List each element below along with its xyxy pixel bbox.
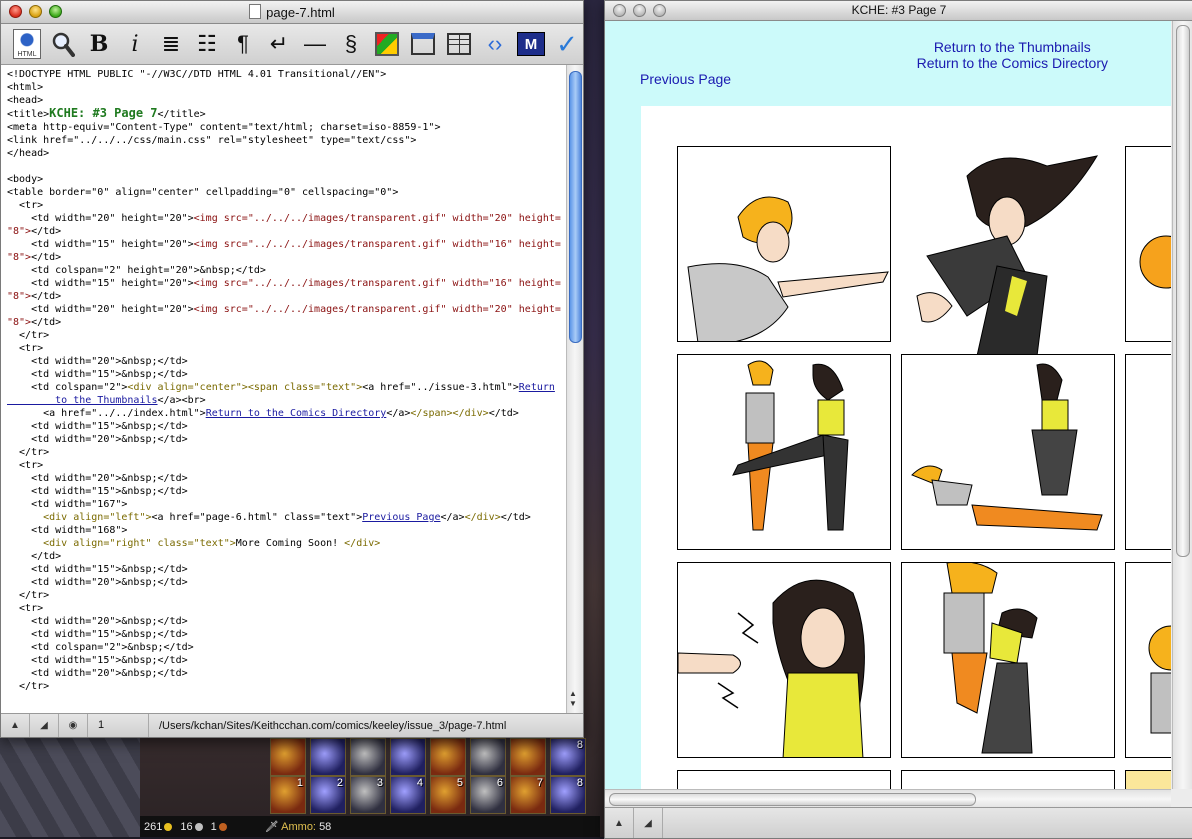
resize-lines-icon[interactable]: ◢ bbox=[634, 808, 663, 838]
comic-panel bbox=[1125, 354, 1171, 550]
nav-links: Return to the Thumbnails Return to the C… bbox=[917, 39, 1108, 71]
comic-panel bbox=[677, 354, 891, 550]
comic-panel bbox=[1125, 770, 1171, 789]
action-bar-top: 8 bbox=[270, 738, 586, 776]
ammo-label: Ammo: bbox=[281, 821, 316, 833]
comic-panel bbox=[901, 562, 1115, 758]
table-icon[interactable] bbox=[443, 28, 475, 60]
ammo-count: 58 bbox=[319, 821, 332, 833]
image-icon[interactable] bbox=[371, 28, 403, 60]
tag-icon[interactable]: ‹› bbox=[479, 28, 511, 60]
silver-amount: 16 bbox=[180, 821, 203, 833]
gold-coin-icon bbox=[164, 822, 173, 831]
return-thumbnails-link[interactable]: Return to the Thumbnails bbox=[917, 39, 1108, 55]
web-page: Return to the Thumbnails Return to the C… bbox=[605, 21, 1171, 789]
comic-page bbox=[641, 106, 1171, 789]
italic-icon[interactable]: i bbox=[119, 28, 151, 60]
editor-titlebar[interactable]: page-7.html bbox=[1, 1, 583, 24]
previous-page-link[interactable]: Previous Page bbox=[640, 71, 731, 87]
comic-panel bbox=[897, 146, 1121, 356]
document-icon bbox=[249, 4, 262, 19]
browser-statusbar: ▲ ◢ bbox=[605, 807, 1192, 838]
silver-coin-icon bbox=[194, 822, 203, 831]
return-directory-link[interactable]: Return to the Comics Directory bbox=[917, 55, 1108, 71]
code-editor[interactable]: <!DOCTYPE HTML PUBLIC "-//W3C//DTD HTML … bbox=[1, 65, 567, 713]
action-slot[interactable]: 2 bbox=[310, 776, 346, 814]
browser-window: KCHE: #3 Page 7 Return to the Thumbnails… bbox=[604, 0, 1192, 839]
eye-icon[interactable]: ◉ bbox=[59, 714, 88, 737]
action-slot[interactable]: 6 bbox=[470, 776, 506, 814]
game-rock-texture bbox=[0, 735, 140, 837]
comic-panel bbox=[901, 770, 1115, 789]
gold-amount: 261 bbox=[144, 821, 173, 833]
ammo-icon: 🗡 bbox=[264, 821, 279, 833]
browser-hscroll-thumb[interactable] bbox=[609, 793, 976, 806]
scroll-arrows-icon[interactable]: ▲ ▼ bbox=[569, 689, 577, 709]
ammo-readout: 🗡 Ammo: 58 bbox=[265, 820, 332, 833]
action-slot[interactable]: 5 bbox=[430, 776, 466, 814]
frame-icon[interactable] bbox=[407, 28, 439, 60]
align-icon[interactable]: ≣ bbox=[155, 28, 187, 60]
action-slot[interactable]: 8 bbox=[550, 776, 586, 814]
browser-titlebar[interactable]: KCHE: #3 Page 7 bbox=[605, 1, 1192, 21]
comic-panel bbox=[901, 354, 1115, 550]
action-slot[interactable] bbox=[270, 738, 306, 776]
file-path: /Users/kchan/Sites/Keithcchan.com/comics… bbox=[159, 719, 507, 732]
action-slot[interactable]: 3 bbox=[350, 776, 386, 814]
comic-panel bbox=[677, 770, 891, 789]
html-editor-window: page-7.html HTML B i ≣ ☷ ¶ ↵ — § ‹› M ✓ … bbox=[0, 0, 584, 738]
list-icon[interactable]: ☷ bbox=[191, 28, 223, 60]
action-slot[interactable] bbox=[470, 738, 506, 776]
action-slot[interactable] bbox=[310, 738, 346, 776]
line-number[interactable]: 1 bbox=[88, 714, 149, 737]
comic-panel bbox=[677, 562, 891, 758]
editor-statusbar: ▲ ◢ ◉ 1 /Users/kchan/Sites/Keithcchan.co… bbox=[1, 713, 583, 737]
editor-title: page-7.html bbox=[1, 4, 583, 20]
action-slot[interactable]: 7 bbox=[510, 776, 546, 814]
editor-vertical-scrollbar[interactable]: ▲ ▼ bbox=[566, 65, 583, 713]
editor-toolbar: HTML B i ≣ ☷ ¶ ↵ — § ‹› M ✓ bbox=[1, 24, 583, 65]
comic-panel bbox=[1125, 146, 1171, 342]
triangle-up-icon[interactable]: ▲ bbox=[1, 714, 30, 737]
line-break-icon[interactable]: ↵ bbox=[263, 28, 295, 60]
browser-title: KCHE: #3 Page 7 bbox=[851, 3, 947, 17]
check-icon[interactable]: ✓ bbox=[551, 28, 583, 60]
copper-amount: 1 bbox=[211, 821, 227, 833]
mark-icon[interactable]: M bbox=[515, 28, 547, 60]
action-slot[interactable] bbox=[350, 738, 386, 776]
resize-lines-icon[interactable]: ◢ bbox=[30, 714, 59, 737]
action-slot[interactable]: 8 bbox=[550, 738, 586, 776]
browser-vscroll-thumb[interactable] bbox=[1176, 25, 1190, 557]
action-slot[interactable]: 1 bbox=[270, 776, 306, 814]
action-slot[interactable] bbox=[510, 738, 546, 776]
source-code[interactable]: <!DOCTYPE HTML PUBLIC "-//W3C//DTD HTML … bbox=[1, 65, 567, 696]
magnify-icon[interactable] bbox=[47, 28, 79, 60]
triangle-up-icon[interactable]: ▲ bbox=[605, 808, 634, 838]
comic-panel bbox=[677, 146, 891, 342]
link-icon[interactable]: § bbox=[335, 28, 367, 60]
copper-coin-icon bbox=[218, 822, 227, 831]
action-slot[interactable] bbox=[390, 738, 426, 776]
comic-panel bbox=[1125, 562, 1171, 758]
hr-icon[interactable]: — bbox=[299, 28, 331, 60]
game-money-ammo-bar: 261 16 1 🗡 Ammo: 58 bbox=[140, 816, 600, 837]
bold-icon[interactable]: B bbox=[83, 28, 115, 60]
action-slot[interactable]: 4 bbox=[390, 776, 426, 814]
paragraph-icon[interactable]: ¶ bbox=[227, 28, 259, 60]
action-bar-bottom: 1 2 3 4 5 6 7 8 bbox=[270, 776, 586, 814]
action-slot[interactable] bbox=[430, 738, 466, 776]
browser-vertical-scrollbar[interactable] bbox=[1172, 21, 1192, 789]
editor-scroll-thumb[interactable] bbox=[569, 71, 582, 343]
html-doc-icon[interactable]: HTML bbox=[11, 28, 43, 60]
browser-horizontal-scrollbar[interactable] bbox=[605, 789, 1171, 808]
